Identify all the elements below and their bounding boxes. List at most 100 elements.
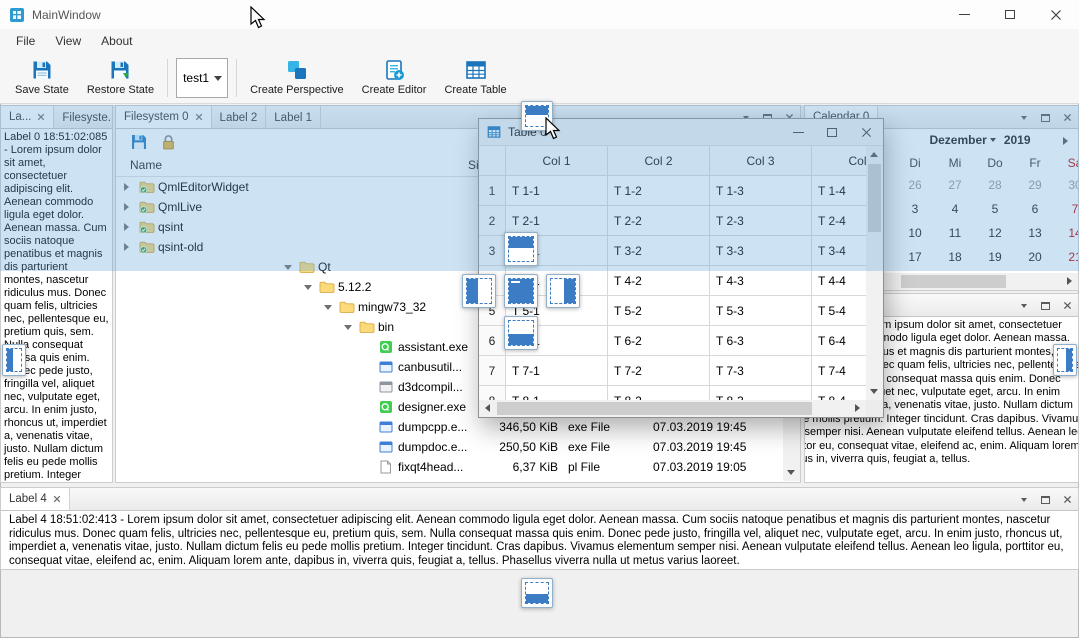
collapse-chevron-icon[interactable] [344,325,352,330]
tab-filesystem[interactable]: Filesyste... [54,106,112,129]
table-cell[interactable]: T 5-4 [812,296,866,326]
collapse-chevron-icon[interactable] [324,305,332,310]
maximize-button[interactable] [815,119,849,145]
table-horizontal-scrollbar[interactable] [479,400,866,417]
scrollbar-thumb[interactable] [901,275,1006,288]
tabs-menu-button[interactable] [1016,110,1031,125]
calendar-day[interactable]: 10 [895,221,935,245]
minimize-button[interactable] [781,119,815,145]
tab-filesystem-0[interactable]: Filesystem 0 [116,106,212,129]
table-cell[interactable]: T 6-3 [710,326,812,356]
table-row-header[interactable]: 6 [479,326,506,356]
calendar-day[interactable]: 28 [975,173,1015,197]
expand-chevron-icon[interactable] [124,223,129,231]
drop-indicator-area-top-icon[interactable] [504,232,538,266]
table-cell[interactable]: T 5-2 [608,296,710,326]
table-cell[interactable]: T 3-2 [608,236,710,266]
tab-label-1[interactable]: Label 1 [266,106,321,129]
maximize-button[interactable] [987,0,1033,29]
calendar-day[interactable]: 29 [1015,173,1055,197]
column-header-name[interactable]: Name [130,158,162,172]
drop-indicator-left-edge-icon[interactable] [2,344,26,376]
calendar-day[interactable]: 4 [935,197,975,221]
month-button[interactable]: Dezember [929,133,995,147]
table-cell[interactable]: T 4-3 [710,266,812,296]
table-cell[interactable]: T 8-3 [710,386,812,400]
table-cell[interactable]: T 4-4 [812,266,866,296]
table-cell[interactable]: T 2-2 [608,206,710,236]
menu-view[interactable]: View [45,34,91,48]
create-editor-button[interactable]: Create Editor [353,57,436,98]
restore-state-button[interactable]: Restore State [78,57,163,98]
drop-indicator-area-center-icon[interactable] [504,274,538,308]
table-cell[interactable]: T 2-4 [812,206,866,236]
table-cell[interactable]: T 3-4 [812,236,866,266]
tree-row[interactable]: dumpdoc.e...250,50 KiBexe File07.03.2019… [116,437,783,457]
table-column-header[interactable]: Col 1 [506,146,608,176]
drop-indicator-area-right-icon[interactable] [546,274,580,308]
table-column-header[interactable]: Col 3 [710,146,812,176]
table-row-header[interactable]: 1 [479,176,506,206]
table-cell[interactable]: T 1-3 [710,176,812,206]
tab-label-0[interactable]: La... [1,106,54,129]
table-grid[interactable]: Col 1Col 2Col 3Col 41T 1-1T 1-2T 1-3T 1-… [479,146,866,400]
close-button[interactable] [849,119,883,145]
table-cell[interactable]: T 1-1 [506,176,608,206]
save-action-button[interactable] [128,131,150,153]
expand-chevron-icon[interactable] [124,243,129,251]
calendar-day[interactable]: 21 [1055,245,1079,269]
calendar-day[interactable]: 12 [975,221,1015,245]
drop-indicator-bottom-edge-icon[interactable] [521,578,553,608]
table-row-header[interactable]: 8 [479,386,506,400]
undock-button[interactable] [1038,110,1053,125]
tabs-menu-button[interactable] [1016,298,1031,313]
undock-button[interactable] [1038,492,1053,507]
scrollbar-thumb[interactable] [868,164,881,232]
table-vertical-scrollbar[interactable] [866,146,883,400]
calendar-day[interactable]: 5 [975,197,1015,221]
calendar-day[interactable]: 14 [1055,221,1079,245]
tab-label-2[interactable]: Label 2 [212,106,267,129]
table-cell[interactable]: T 2-3 [710,206,812,236]
close-dock-button[interactable] [1060,298,1075,313]
menu-file[interactable]: File [6,34,45,48]
table-cell[interactable]: T 6-4 [812,326,866,356]
scrollbar-thumb[interactable] [497,402,812,415]
tab-label-4[interactable]: Label 4 [1,488,70,511]
drop-indicator-area-left-icon[interactable] [462,274,496,308]
table-cell[interactable]: T 8-4 [812,386,866,400]
menu-about[interactable]: About [91,34,142,48]
calendar-day[interactable]: 20 [1015,245,1055,269]
minimize-button[interactable] [941,0,987,29]
table-cell[interactable]: T 7-2 [608,356,710,386]
expand-chevron-icon[interactable] [124,203,129,211]
calendar-day[interactable]: 6 [1015,197,1055,221]
calendar-day[interactable]: 19 [975,245,1015,269]
table-cell[interactable]: T 8-1 [506,386,608,400]
tree-row[interactable]: dumpcpp.e...346,50 KiBexe File07.03.2019… [116,417,783,437]
table-cell[interactable]: T 3-3 [710,236,812,266]
tree-row[interactable]: fixqt4head...6,37 KiBpl File07.03.2019 1… [116,457,783,477]
perspective-combobox[interactable]: test1 [176,58,228,98]
table-cell[interactable]: T 4-2 [608,266,710,296]
table-row-header[interactable]: 3 [479,236,506,266]
next-month-icon[interactable] [1063,137,1068,145]
table-cell[interactable]: T 1-2 [608,176,710,206]
calendar-day[interactable]: 13 [1015,221,1055,245]
table-column-header[interactable]: Col 2 [608,146,710,176]
table-cell[interactable]: T 8-2 [608,386,710,400]
tabs-menu-button[interactable] [1016,492,1031,507]
scroll-up-icon[interactable] [870,152,878,157]
close-button[interactable] [1033,0,1079,29]
calendar-day[interactable]: 7 [1055,197,1079,221]
scroll-left-icon[interactable] [485,404,490,412]
calendar-day[interactable]: 27 [935,173,975,197]
floating-table-window[interactable]: Table 0 Col 1Col 2Col 3Col 41T 1-1T 1-2T… [478,118,884,418]
close-dock-button[interactable] [1060,110,1075,125]
create-perspective-button[interactable]: Create Perspective [241,57,353,98]
calendar-day[interactable]: 26 [895,173,935,197]
scroll-right-icon[interactable] [1067,277,1072,285]
create-table-button[interactable]: Create Table [435,57,515,98]
calendar-day[interactable]: 30 [1055,173,1079,197]
expand-chevron-icon[interactable] [124,183,129,191]
